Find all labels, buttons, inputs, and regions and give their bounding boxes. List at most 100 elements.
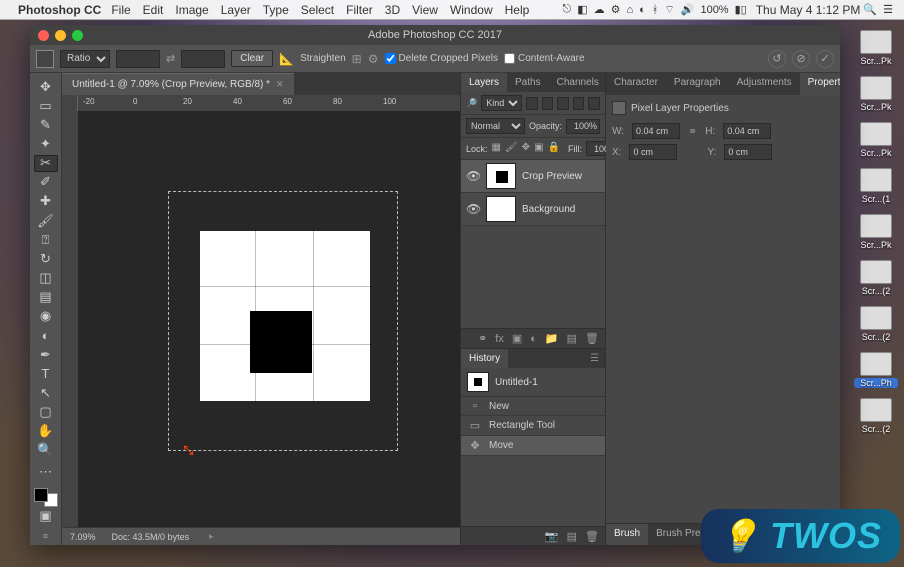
panel-menu-icon[interactable]: ☰ [584, 349, 605, 368]
menu-window[interactable]: Window [450, 3, 493, 17]
tab-adjustments[interactable]: Adjustments [729, 73, 800, 95]
menu-select[interactable]: Select [301, 3, 334, 17]
crop-tool-icon[interactable] [36, 50, 54, 68]
close-tab-icon[interactable]: ✕ [276, 79, 284, 90]
tab-brush[interactable]: Brush [606, 524, 648, 545]
zoom-level[interactable]: 7.09% [70, 532, 96, 542]
history-snapshot-icon[interactable]: 📷 [545, 530, 559, 543]
history-snapshot[interactable]: Untitled-1 [461, 368, 605, 397]
type-tool[interactable]: T [34, 365, 58, 382]
desktop-file[interactable]: Scr...Pk [854, 214, 898, 250]
eraser-tool[interactable]: ◫ [34, 269, 58, 286]
reset-icon[interactable]: ↺ [768, 50, 786, 68]
brush-tool[interactable]: 🖌 [34, 212, 58, 229]
document-tab[interactable]: Untitled-1 @ 7.09% (Crop Preview, RGB/8)… [62, 73, 294, 95]
stamp-tool[interactable]: ⍰ [34, 231, 58, 248]
filter-type-icon[interactable] [557, 97, 569, 110]
tab-paragraph[interactable]: Paragraph [666, 73, 729, 95]
link-wh-icon[interactable]: ⚭ [688, 125, 697, 138]
visibility-icon[interactable]: 👁 [466, 202, 480, 216]
desktop-file-selected[interactable]: Scr...Ph [854, 352, 898, 388]
layer-thumbnail[interactable] [486, 196, 516, 222]
screenmode-tool[interactable]: ▫ [34, 527, 58, 544]
doc-info[interactable]: Doc: 43.5M/0 bytes [112, 532, 190, 542]
ruler-horizontal[interactable]: -20 0 20 40 60 80 100 [62, 95, 460, 111]
layer-thumbnail[interactable] [486, 163, 516, 189]
edit-toolbar[interactable]: ⋯ [34, 464, 58, 481]
tab-paths[interactable]: Paths [507, 73, 549, 92]
ruler-vertical[interactable] [62, 111, 78, 527]
lock-transparent-icon[interactable]: ▦ [492, 142, 501, 155]
layer-item[interactable]: 👁 Background [461, 193, 605, 226]
wifi-icon[interactable]: ⌔ [664, 3, 674, 17]
path-tool[interactable]: ↖ [34, 384, 58, 401]
menu-image[interactable]: Image [175, 3, 208, 17]
desktop-file[interactable]: Scr...Pk [854, 122, 898, 158]
lock-artboard-icon[interactable]: ▣ [534, 142, 543, 155]
blend-mode-select[interactable]: Normal [466, 118, 525, 134]
status-icon[interactable]: ⌂ [626, 4, 633, 16]
battery-text[interactable]: 100% [700, 4, 728, 16]
move-tool[interactable]: ✥ [34, 78, 58, 95]
battery-icon[interactable]: ▮▯ [735, 3, 747, 16]
overlay-icon[interactable]: ⊞ [352, 52, 362, 66]
hand-tool[interactable]: ✋ [34, 423, 58, 440]
menu-help[interactable]: Help [505, 3, 530, 17]
layer-name[interactable]: Background [522, 204, 575, 215]
clear-button[interactable]: Clear [231, 50, 273, 67]
marquee-tool[interactable]: ▭ [34, 97, 58, 114]
crop-tool[interactable]: ✂ [34, 155, 58, 172]
adjustment-layer-icon[interactable]: ◐ [530, 333, 537, 345]
status-icon[interactable]: ⚙ [611, 3, 621, 16]
layer-style-icon[interactable]: fx [495, 333, 504, 345]
spotlight-icon[interactable]: 🔍 [863, 3, 877, 16]
lock-position-icon[interactable]: ✥ [522, 142, 530, 155]
volume-icon[interactable]: 🔊 [681, 3, 695, 16]
status-icon[interactable]: ☁ [594, 3, 605, 16]
desktop-file[interactable]: Scr...(2 [854, 398, 898, 434]
delete-layer-icon[interactable]: 🗑 [585, 332, 599, 345]
x-field[interactable] [629, 144, 677, 160]
healing-tool[interactable]: ✚ [34, 193, 58, 210]
delete-cropped-checkbox[interactable]: Delete Cropped Pixels [385, 53, 499, 64]
maximize-button[interactable] [72, 30, 83, 41]
history-brush-tool[interactable]: ↻ [34, 250, 58, 267]
tab-character[interactable]: Character [606, 73, 666, 95]
status-icon[interactable]: ◐ [639, 4, 646, 16]
history-new-icon[interactable]: ▤ [567, 530, 577, 543]
desktop-file[interactable]: Scr...(1 [854, 168, 898, 204]
eyedropper-tool[interactable]: ✐ [34, 174, 58, 191]
blur-tool[interactable]: ◉ [34, 308, 58, 325]
quickmask-tool[interactable]: ▣ [34, 508, 58, 525]
crop-ratio-select[interactable]: Ratio [60, 50, 110, 68]
tab-layers[interactable]: Layers [461, 73, 507, 92]
crop-height-field[interactable] [181, 50, 225, 68]
menu-type[interactable]: Type [263, 3, 289, 17]
color-swatch[interactable] [34, 488, 58, 507]
crop-width-field[interactable] [116, 50, 160, 68]
doc-info-chevron-icon[interactable]: ▸ [209, 531, 214, 542]
app-name[interactable]: Photoshop CC [18, 3, 101, 17]
window-titlebar[interactable]: Adobe Photoshop CC 2017 [30, 25, 840, 45]
canvas[interactable]: ↔ [78, 111, 460, 527]
dodge-tool[interactable]: ◐ [34, 327, 58, 344]
menu-layer[interactable]: Layer [221, 3, 251, 17]
minimize-button[interactable] [55, 30, 66, 41]
tab-history[interactable]: History [461, 349, 508, 368]
content-aware-checkbox[interactable]: Content-Aware [504, 53, 585, 64]
link-layers-icon[interactable]: ⚭ [478, 332, 487, 345]
status-icon[interactable]: ⎋ [563, 3, 572, 16]
tab-channels[interactable]: Channels [549, 73, 607, 92]
swap-icon[interactable]: ⇄ [166, 52, 175, 65]
history-delete-icon[interactable]: 🗑 [585, 530, 599, 543]
magic-wand-tool[interactable]: ✦ [34, 135, 58, 152]
settings-icon[interactable]: ⚙ [368, 52, 379, 66]
straighten-icon[interactable]: 📐 [279, 52, 294, 66]
y-field[interactable] [724, 144, 772, 160]
commit-crop-icon[interactable]: ✓ [816, 50, 834, 68]
lock-all-icon[interactable]: 🔒 [548, 142, 560, 155]
menu-edit[interactable]: Edit [143, 3, 164, 17]
lock-image-icon[interactable]: 🖌 [505, 142, 518, 155]
history-item[interactable]: ▭Rectangle Tool [461, 416, 605, 436]
desktop-file[interactable]: Scr...Pk [854, 76, 898, 112]
